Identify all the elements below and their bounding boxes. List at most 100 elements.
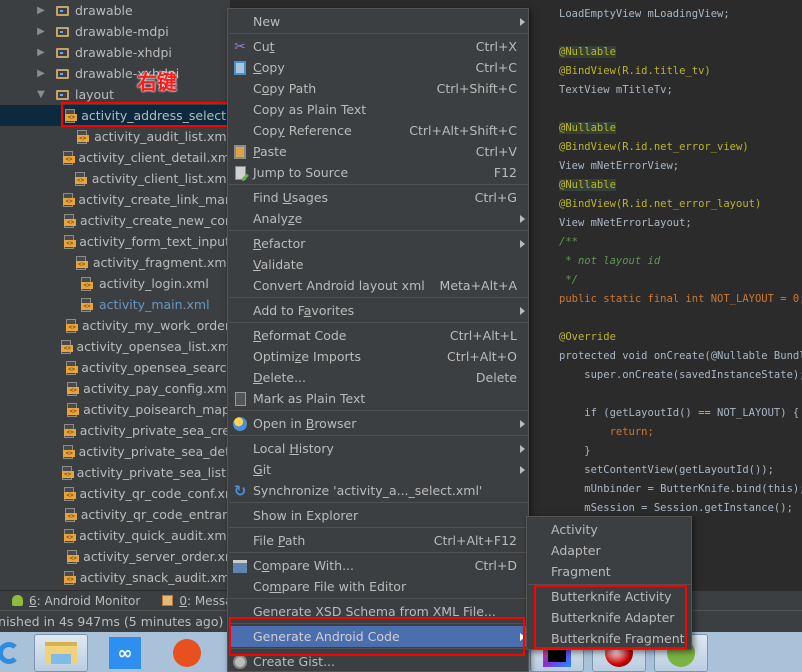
- menu-item-file-path[interactable]: File Path Ctrl+Alt+F12: [229, 530, 528, 551]
- tree-file-item[interactable]: <> activity_private_sea_det: [0, 441, 230, 462]
- menu-item-show-in-explorer[interactable]: Show in Explorer: [229, 505, 528, 526]
- expand-arrow-icon[interactable]: ▶: [36, 68, 46, 79]
- xml-file-icon: <>: [81, 297, 93, 312]
- menu-item-new[interactable]: New: [229, 11, 528, 32]
- tree-file-item[interactable]: <> activity_address_select.: [0, 105, 230, 126]
- postman-icon: [173, 639, 201, 667]
- menu-item-shortcut: Ctrl+C: [475, 60, 517, 75]
- submenu-item-label: Fragment: [551, 564, 611, 579]
- taskbar-explorer[interactable]: [34, 634, 88, 672]
- submenu-item-butterknife-adapter[interactable]: Butterknife Adapter: [528, 607, 691, 628]
- tree-file-item[interactable]: <> activity_login.xml: [0, 273, 230, 294]
- menu-item-local-history[interactable]: Local History: [229, 438, 528, 459]
- scissors-icon: ✂: [234, 39, 246, 55]
- tree-file-item[interactable]: <> activity_audit_list.xml: [0, 126, 230, 147]
- tree-file-item[interactable]: <> activity_main.xml: [0, 294, 230, 315]
- menu-item-create-gist[interactable]: Create Gist...: [229, 651, 528, 672]
- menu-item-mark-as-plain-text[interactable]: Mark as Plain Text: [229, 388, 528, 409]
- submenu-item-butterknife-fragment[interactable]: Butterknife Fragment: [528, 628, 691, 649]
- xml-file-icon: <>: [81, 276, 93, 291]
- menu-item-compare-with[interactable]: Compare With... Ctrl+D: [229, 555, 528, 576]
- tree-file-item[interactable]: <> activity_my_work_order: [0, 315, 230, 336]
- code-text: public static final int NOT_LAYOUT = 0;: [559, 293, 802, 305]
- menu-item-generate-android-code[interactable]: Generate Android Code: [229, 626, 528, 647]
- tree-file-item[interactable]: <> activity_fragment.xml: [0, 252, 230, 273]
- xml-file-icon: <>: [67, 402, 80, 417]
- menu-item-optimize-imports[interactable]: Optimize Imports Ctrl+Alt+O: [229, 346, 528, 367]
- submenu-item-butterknife-activity[interactable]: Butterknife Activity: [528, 586, 691, 607]
- menu-item-synchronize-activity-a-select-xml[interactable]: ↻ Synchronize 'activity_a..._select.xml': [229, 480, 528, 501]
- menu-item-copy-as-plain-text[interactable]: Copy as Plain Text: [229, 99, 528, 120]
- android-monitor-button[interactable]: 6: Android Monitor: [12, 594, 140, 608]
- code-line: @BindView(R.id.net_error_view): [559, 141, 749, 153]
- tree-file-item[interactable]: <> activity_opensea_searcl: [0, 357, 230, 378]
- menu-item-find-usages[interactable]: Find Usages Ctrl+G: [229, 187, 528, 208]
- tree-file-item[interactable]: <> activity_opensea_list.xm: [0, 336, 230, 357]
- menu-separator: [229, 552, 528, 553]
- menu-item-copy-path[interactable]: Copy Path Ctrl+Shift+C: [229, 78, 528, 99]
- submenu-item-fragment[interactable]: Fragment: [528, 561, 691, 582]
- folder-icon: [56, 89, 69, 100]
- menu-item-delete[interactable]: Delete... Delete: [229, 367, 528, 388]
- tree-file-item[interactable]: <> activity_private_sea_list.: [0, 462, 230, 483]
- tree-label: activity_private_sea_cre: [79, 423, 230, 438]
- tree-file-item[interactable]: <> activity_form_text_input: [0, 231, 230, 252]
- menu-item-copy[interactable]: Copy Ctrl+C: [229, 57, 528, 78]
- menu-item-open-in-browser[interactable]: Open in Browser: [229, 413, 528, 434]
- expand-arrow-icon[interactable]: ▶: [36, 5, 46, 16]
- menu-item-jump-to-source[interactable]: Jump to Source F12: [229, 162, 528, 183]
- tree-file-item[interactable]: <> activity_qr_code_conf.xr: [0, 483, 230, 504]
- taskbar-postman[interactable]: [160, 634, 214, 672]
- tree-file-item[interactable]: <> activity_qr_code_entran: [0, 504, 230, 525]
- tree-folder-layout[interactable]: ▼ layout: [0, 84, 230, 105]
- menu-item-refactor[interactable]: Refactor: [229, 233, 528, 254]
- tree-file-item[interactable]: <> activity_create_new_cor: [0, 210, 230, 231]
- menu-item-generate-xsd-schema-from-xml-file[interactable]: Generate XSD Schema from XML File...: [229, 601, 528, 622]
- submenu-item-adapter[interactable]: Adapter: [528, 540, 691, 561]
- menu-item-compare-file-with-editor[interactable]: Compare File with Editor: [229, 576, 528, 597]
- tree-file-item[interactable]: <> activity_client_list.xml: [0, 168, 230, 189]
- menu-item-shortcut: Ctrl+Alt+O: [447, 349, 517, 364]
- tree-file-item[interactable]: <> activity_quick_audit.xml: [0, 525, 230, 546]
- menu-item-validate[interactable]: Validate: [229, 254, 528, 275]
- tree-folder-drawable[interactable]: ▶ drawable: [0, 0, 230, 21]
- expand-arrow-icon[interactable]: ▶: [36, 26, 46, 37]
- tree-file-item[interactable]: <> activity_snack_audit.xm: [0, 567, 230, 588]
- tree-file-item[interactable]: <> activity_create_link_mar: [0, 189, 230, 210]
- code-line: protected void onCreate(@Nullable Bundle: [559, 350, 802, 362]
- menu-item-analyze[interactable]: Analyze: [229, 208, 528, 229]
- menu-item-convert-android-layout-xml[interactable]: Convert Android layout xml Meta+Alt+A: [229, 275, 528, 296]
- menu-item-paste[interactable]: Paste Ctrl+V: [229, 141, 528, 162]
- expand-arrow-icon[interactable]: ▶: [36, 47, 46, 58]
- xml-file-icon: <>: [67, 381, 80, 396]
- submenu-item-label: Activity: [551, 522, 598, 537]
- submenu-item-activity[interactable]: Activity: [528, 519, 691, 540]
- tree-label: activity_main.xml: [99, 297, 210, 312]
- tree-folder-drawable-xhdpi[interactable]: ▶ drawable-xhdpi: [0, 42, 230, 63]
- menu-separator: [229, 527, 528, 528]
- code-line: @Nullable: [559, 122, 616, 134]
- tree-file-item[interactable]: <> activity_client_detail.xm: [0, 147, 230, 168]
- tree-file-item[interactable]: <> activity_server_order.xr: [0, 546, 230, 567]
- tree-file-item[interactable]: <> activity_pay_config.xml: [0, 378, 230, 399]
- taskbar-ie[interactable]: [0, 634, 36, 672]
- code-text: mUnbinder = ButterKnife.bind(this);: [559, 483, 802, 495]
- menu-item-add-to-favorites[interactable]: Add to Favorites: [229, 300, 528, 321]
- tree-folder-drawable-xxhdpi[interactable]: ▶ drawable-xxhdpi: [0, 63, 230, 84]
- messages-icon: [162, 595, 174, 606]
- menu-item-reformat-code[interactable]: Reformat Code Ctrl+Alt+L: [229, 325, 528, 346]
- code-text: protected void onCreate(@Nullable Bundle: [559, 350, 802, 362]
- code-editor[interactable]: LoadEmptyView mLoadingView; @Nullable @B…: [530, 0, 802, 590]
- menu-item-label: Paste: [253, 144, 287, 159]
- xml-file-icon: <>: [63, 234, 76, 249]
- tree-file-item[interactable]: <> activity_poisearch_map: [0, 399, 230, 420]
- submenu-arrow-icon: [520, 465, 525, 474]
- menu-item-cut[interactable]: ✂ Cut Ctrl+X: [229, 36, 528, 57]
- menu-item-git[interactable]: Git: [229, 459, 528, 480]
- menu-item-copy-reference[interactable]: Copy Reference Ctrl+Alt+Shift+C: [229, 120, 528, 141]
- taskbar-baidu[interactable]: ∞: [98, 634, 152, 672]
- collapse-arrow-icon[interactable]: ▼: [36, 89, 46, 100]
- tree-file-item[interactable]: <> activity_private_sea_cre: [0, 420, 230, 441]
- tree-folder-drawable-mdpi[interactable]: ▶ drawable-mdpi: [0, 21, 230, 42]
- tree-label: activity_snack_audit.xm: [79, 570, 230, 585]
